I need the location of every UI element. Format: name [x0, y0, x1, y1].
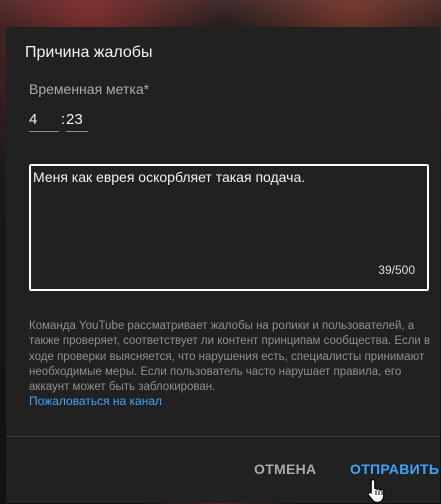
report-dialog: Причина жалобы Временная метка* 4 : 23 М…	[6, 27, 440, 503]
submit-button[interactable]: ОТПРАВИТЬ	[350, 461, 439, 477]
character-counter: 39/500	[378, 263, 415, 277]
timestamp-seconds-input[interactable]: 23	[66, 111, 88, 132]
timestamp-label: Временная метка*	[29, 81, 150, 97]
hand-pointer-icon	[367, 478, 385, 503]
report-channel-link[interactable]: Пожаловаться на канал	[29, 394, 162, 408]
timestamp-separator: :	[61, 111, 66, 128]
timestamp-minutes-input[interactable]: 4	[29, 111, 59, 132]
footer-divider	[6, 436, 440, 437]
review-notice: Команда YouTube рассматривает жалобы на …	[29, 320, 431, 394]
comment-text: Меня как еврея оскорбляет такая подача.	[33, 169, 306, 185]
cancel-button[interactable]: ОТМЕНА	[254, 461, 316, 477]
comment-textarea[interactable]: Меня как еврея оскорбляет такая подача. …	[29, 164, 429, 291]
dialog-title: Причина жалобы	[25, 44, 153, 61]
